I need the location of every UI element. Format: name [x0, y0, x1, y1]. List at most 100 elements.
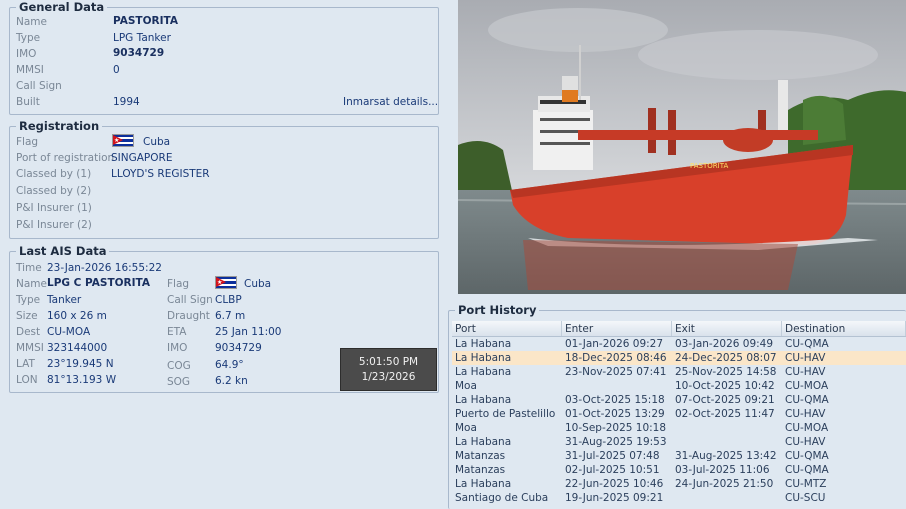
cell-destination: CU-SCU [785, 492, 826, 504]
ais-lat-label: LAT [16, 358, 35, 370]
general-type-label: Type [16, 32, 41, 44]
general-name-label: Name [16, 16, 47, 28]
table-row[interactable]: Moa 10-Oct-2025 10:42 CU-MOA [452, 379, 906, 393]
cell-destination: CU-QMA [785, 394, 829, 406]
table-row[interactable]: La Habana 03-Oct-2025 15:18 07-Oct-2025 09… [452, 393, 906, 407]
cell-enter: 10-Sep-2025 10:18 [565, 422, 667, 434]
table-row[interactable]: La Habana 31-Aug-2025 19:53 CU-HAV [452, 435, 906, 449]
ais-lat-value: 23°19.945 N [47, 358, 114, 370]
ais-draught-label: Draught [167, 310, 210, 322]
table-row[interactable]: Matanzas 02-Jul-2025 10:51 03-Jul-2025 11:… [452, 463, 906, 477]
cell-destination: CU-HAV [785, 366, 826, 378]
cell-port: Puerto de Pastelillo [455, 408, 556, 420]
ais-draught-value: 6.7 m [215, 310, 246, 322]
cell-port: La Habana [455, 478, 512, 490]
ais-dest-label: Dest [16, 326, 41, 338]
ais-flag-value: Cuba [244, 278, 272, 290]
table-row[interactable]: La Habana 22-Jun-2025 10:46 24-Jun-2025 21… [452, 477, 906, 491]
cell-exit [672, 421, 782, 435]
registration-title: Registration [16, 119, 103, 133]
ais-eta-value: 25 Jan 11:00 [215, 326, 282, 338]
cell-port: La Habana [455, 436, 512, 448]
cuba-flag-icon: ★ [215, 276, 237, 289]
table-row[interactable]: Moa 10-Sep-2025 10:18 CU-MOA [452, 421, 906, 435]
cell-exit [672, 491, 782, 505]
col-header-enter[interactable]: Enter [562, 321, 672, 336]
cell-port: La Habana [455, 352, 512, 364]
cell-exit: 24-Jun-2025 21:50 [675, 478, 774, 490]
cell-destination: CU-QMA [785, 450, 829, 462]
general-type-value: LPG Tanker [113, 32, 171, 44]
col-header-exit[interactable]: Exit [672, 321, 782, 336]
cell-destination: CU-HAV [785, 352, 826, 364]
general-imo-label: IMO [16, 48, 37, 60]
ais-eta-label: ETA [167, 326, 187, 338]
registration-class2-label: Classed by (2) [16, 185, 92, 197]
cell-port: Matanzas [455, 464, 506, 476]
general-built-value: 1994 [113, 96, 140, 108]
registration-port-value: SINGAPORE [111, 152, 173, 164]
ais-sog-label: SOG [167, 376, 191, 388]
cell-exit: 03-Jul-2025 11:06 [675, 464, 770, 476]
ais-flag-label: Flag [167, 278, 190, 290]
registration-pi1-label: P&I Insurer (1) [16, 202, 92, 214]
cell-destination: CU-QMA [785, 338, 829, 350]
cell-enter: 02-Jul-2025 10:51 [565, 464, 660, 476]
table-row[interactable]: Puerto de Pastelillo 01-Oct-2025 13:29 02-… [452, 407, 906, 421]
cell-exit: 24-Dec-2025 08:07 [675, 352, 777, 364]
table-row[interactable]: La Habana 01-Jan-2026 09:27 03-Jan-2026 09… [452, 337, 906, 351]
ship-photo: PASTORITA [458, 0, 906, 294]
ais-time-value: 23-Jan-2026 16:55:22 [47, 262, 162, 274]
ship-hull-name: PASTORITA [690, 162, 728, 170]
cell-destination: CU-QMA [785, 464, 829, 476]
table-row[interactable]: Santiago de Cuba 19-Jun-2025 09:21 CU-SCU [452, 491, 906, 505]
port-history-title: Port History [455, 303, 540, 317]
cell-port: La Habana [455, 394, 512, 406]
ais-imo-label: IMO [167, 342, 188, 354]
port-history-rows: La Habana 01-Jan-2026 09:27 03-Jan-2026 09… [452, 337, 906, 505]
general-built-label: Built [16, 96, 40, 108]
cell-exit: 25-Nov-2025 14:58 [675, 366, 777, 378]
ais-cog-value: 64.9° [215, 359, 244, 371]
ais-callsign-label: Call Sign [167, 294, 213, 306]
ais-size-value: 160 x 26 m [47, 310, 107, 322]
registration-flag-label: Flag [16, 136, 39, 148]
general-mmsi-label: MMSI [16, 64, 44, 76]
ais-lon-value: 81°13.193 W [47, 374, 117, 386]
general-mmsi-value: 0 [113, 64, 120, 76]
table-row[interactable]: La Habana 18-Dec-2025 08:46 24-Dec-2025 08… [452, 351, 906, 365]
ais-lon-label: LON [16, 374, 38, 386]
col-header-destination[interactable]: Destination [782, 321, 906, 336]
col-header-port[interactable]: Port [452, 321, 562, 336]
cell-exit: 31-Aug-2025 13:42 [675, 450, 777, 462]
registration-class1-label: Classed by (1) [16, 168, 92, 180]
port-history-table: Port Enter Exit Destination La Habana 01-… [452, 321, 906, 505]
ais-name-value: LPG C PASTORITA [47, 277, 150, 289]
ais-mmsi-label: MMSI [16, 342, 44, 354]
registration-pi2-label: P&I Insurer (2) [16, 219, 92, 231]
cell-enter: 22-Jun-2025 10:46 [565, 478, 664, 490]
ais-name-label: Name [16, 278, 47, 290]
clock-time: 5:01:50 PM [358, 356, 419, 368]
cell-enter: 31-Aug-2025 19:53 [565, 436, 667, 448]
ais-cog-label: COG [167, 360, 191, 372]
registration-class1-value: LLOYD'S REGISTER [111, 168, 210, 180]
cell-exit: 03-Jan-2026 09:49 [675, 338, 774, 350]
registration-port-label: Port of registration [16, 152, 115, 164]
cell-port: Moa [455, 422, 477, 434]
clock-display: 5:01:50 PM 1/23/2026 [340, 348, 437, 391]
cell-destination: CU-MTZ [785, 478, 827, 490]
cell-enter: 18-Dec-2025 08:46 [565, 352, 667, 364]
cell-enter: 31-Jul-2025 07:48 [565, 450, 660, 462]
cell-destination: CU-MOA [785, 380, 829, 392]
cell-port: Matanzas [455, 450, 506, 462]
cell-exit: 07-Oct-2025 09:21 [675, 394, 775, 406]
ais-callsign-value: CLBP [215, 294, 242, 306]
inmarsat-details-link[interactable]: Inmarsat details... [343, 96, 438, 108]
general-imo-value: 9034729 [113, 47, 165, 59]
cuba-flag-icon: ★ [112, 134, 134, 147]
cell-exit: 10-Oct-2025 10:42 [675, 380, 775, 392]
table-row[interactable]: Matanzas 31-Jul-2025 07:48 31-Aug-2025 13:… [452, 449, 906, 463]
ais-type-label: Type [16, 294, 41, 306]
table-row[interactable]: La Habana 23-Nov-2025 07:41 25-Nov-2025 14… [452, 365, 906, 379]
